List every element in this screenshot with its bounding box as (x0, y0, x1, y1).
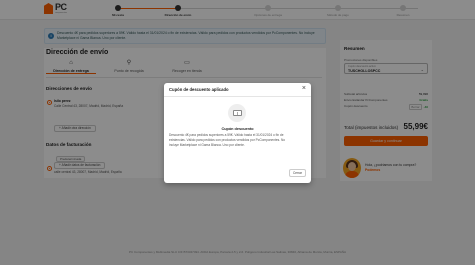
modal-title: Cupón de descuento aplicado (169, 87, 229, 92)
close-modal-button[interactable]: Cerrar (289, 169, 306, 177)
modal-divider (164, 96, 311, 97)
coupon-description: Descuento 4€ para pedidos superiores a 5… (169, 133, 286, 147)
close-icon[interactable]: × (302, 85, 306, 93)
coupon-ticket-icon (228, 104, 246, 122)
coupon-modal: Cupón de descuento aplicado × Cupón desc… (164, 83, 311, 183)
ticket-shape (233, 110, 242, 116)
coupon-title: Cupón descuento (221, 127, 254, 131)
